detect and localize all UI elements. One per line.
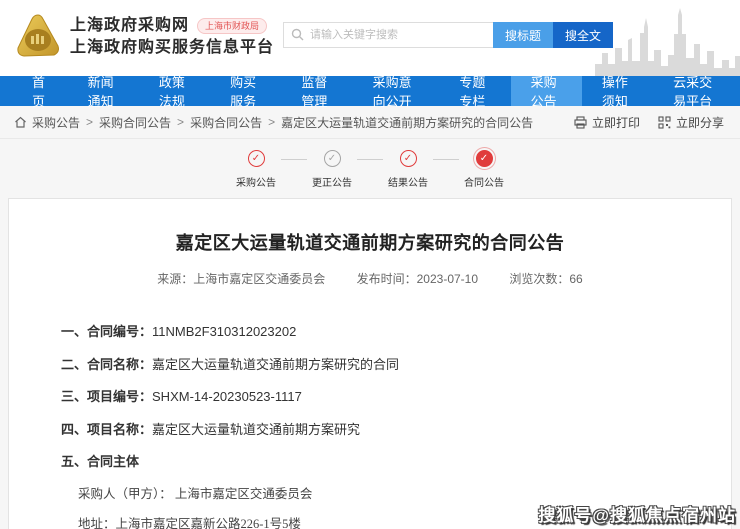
step-check-icon: ✓ <box>323 150 341 167</box>
contract-parties-heading: 五、合同主体 <box>61 454 140 469</box>
nav-item-home[interactable]: 首页 <box>12 75 68 109</box>
meta-publish-time: 发布时间：2023-07-10 <box>356 272 479 286</box>
project-number-row: 三、项目编号：SHXM-14-20230523-1117 <box>61 386 679 405</box>
nav-item-special-columns[interactable]: 专题专栏 <box>439 75 510 109</box>
article-meta: 来源：上海市嘉定区交通委员会 发布时间：2023-07-10 浏览次数：66 <box>61 270 679 287</box>
print-label: 立即打印 <box>591 115 640 130</box>
step-result-announcement[interactable]: ✓ 结果公告 <box>383 150 433 189</box>
step-label: 合同公告 <box>464 178 504 189</box>
nav-item-policies[interactable]: 政策法规 <box>139 75 210 109</box>
breadcrumb-current: 嘉定区大运量轨道交通前期方案研究的合同公告 <box>281 115 534 130</box>
print-button[interactable]: 立即打印 <box>574 114 640 131</box>
field-value: 嘉定区大运量轨道交通前期方案研究 <box>152 421 361 437</box>
step-label: 更正公告 <box>312 178 352 189</box>
step-label: 结果公告 <box>388 178 428 189</box>
qr-code-icon <box>658 115 671 129</box>
step-purchase-announcement[interactable]: ✓ 采购公告 <box>231 150 281 189</box>
step-check-icon: ✓ <box>399 150 417 167</box>
contract-name-row: 二、合同名称：嘉定区大运量轨道交通前期方案研究的合同 <box>61 354 679 373</box>
field-label: 四、项目名称： <box>61 421 153 437</box>
step-label: 采购公告 <box>236 178 276 189</box>
step-check-icon: ✓ <box>475 150 493 167</box>
meta-view-count: 浏览次数：66 <box>509 272 583 286</box>
nav-item-purchase-services[interactable]: 购买服务 <box>210 75 281 109</box>
purchaser-row: 采购人（甲方）： 上海市嘉定区交通委员会 <box>78 487 313 501</box>
share-label: 立即分享 <box>675 115 724 130</box>
nav-item-intentions[interactable]: 采购意向公开 <box>353 75 440 109</box>
nav-item-supervision[interactable]: 监督管理 <box>281 75 352 109</box>
field-value: 11NMB2F310312023202 <box>152 324 297 339</box>
breadcrumb-item[interactable]: 采购合同公告 <box>190 114 262 131</box>
step-connector <box>281 159 307 160</box>
breadcrumb-item[interactable]: 采购合同公告 <box>99 114 171 131</box>
step-connector <box>357 159 383 160</box>
field-label: 三、项目编号： <box>61 389 153 404</box>
site-title: 上海政府采购网 <box>70 17 190 34</box>
site-brand: 上海政府采购网 上海市财政局 上海政府购买服务信息平台 <box>70 15 274 59</box>
search-title-button[interactable]: 搜标题 <box>493 22 554 48</box>
site-header: 上海政府采购网 上海市财政局 上海政府购买服务信息平台 搜标题 搜全文 <box>0 0 740 76</box>
breadcrumb: 采购公告 > 采购合同公告 > 采购合同公告 > 嘉定区大运量轨道交通前期方案研… <box>14 114 533 131</box>
main-nav: 首页 新闻通知 政策法规 购买服务 监督管理 采购意向公开 专题专栏 采购公告 … <box>0 75 740 109</box>
page-tools: 立即打印 立即分享 <box>556 114 724 131</box>
nav-item-cloud-trading[interactable]: 云采交易平台 <box>653 75 740 109</box>
breadcrumb-item[interactable]: 采购公告 <box>32 114 80 131</box>
search-icon <box>291 28 304 41</box>
project-name-row: 四、项目名称：嘉定区大运量轨道交通前期方案研究 <box>61 419 679 438</box>
site-logo-icon <box>17 14 59 57</box>
step-contract-announcement[interactable]: ✓ 合同公告 <box>459 150 509 189</box>
breadcrumb-separator: > <box>177 115 185 129</box>
article-body: 一、合同编号：11NMB2F310312023202 二、合同名称：嘉定区大运量… <box>61 321 679 529</box>
meta-source: 来源：上海市嘉定区交通委员会 <box>157 272 326 286</box>
search-bar: 搜标题 搜全文 <box>283 22 614 48</box>
step-check-icon: ✓ <box>247 150 265 167</box>
breadcrumb-separator: > <box>268 115 276 129</box>
field-value: 嘉定区大运量轨道交通前期方案研究的合同 <box>152 356 400 372</box>
home-icon <box>15 116 26 128</box>
contract-number-row: 一、合同编号：11NMB2F310312023202 <box>61 321 679 340</box>
nav-item-news[interactable]: 新闻通知 <box>68 75 139 109</box>
search-input[interactable] <box>283 22 493 48</box>
field-value: SHXM-14-20230523-1117 <box>152 389 302 404</box>
watermark: 搜狐号@搜狐焦点宿州站 <box>538 506 736 525</box>
share-button[interactable]: 立即分享 <box>658 114 724 131</box>
announcement-steps: ✓ 采购公告 ✓ 更正公告 ✓ 结果公告 ✓ 合同公告 <box>0 139 740 198</box>
city-skyline-decoration <box>595 8 740 76</box>
breadcrumb-separator: > <box>86 115 94 129</box>
nav-item-announcements[interactable]: 采购公告 <box>510 75 582 109</box>
authority-badge: 上海市财政局 <box>197 18 268 34</box>
page-title: 嘉定区大运量轨道交通前期方案研究的合同公告 <box>175 233 565 253</box>
field-label: 二、合同名称： <box>61 356 153 372</box>
nav-item-instructions[interactable]: 操作须知 <box>582 75 653 109</box>
content-panel: 嘉定区大运量轨道交通前期方案研究的合同公告 来源：上海市嘉定区交通委员会 发布时… <box>8 198 732 529</box>
breadcrumb-row: 采购公告 > 采购合同公告 > 采购合同公告 > 嘉定区大运量轨道交通前期方案研… <box>0 106 740 139</box>
printer-icon <box>574 115 587 129</box>
page: 上海政府采购网 上海市财政局 上海政府购买服务信息平台 搜标题 搜全文 首页 新… <box>0 0 740 529</box>
site-subtitle: 上海政府购买服务信息平台 <box>70 39 275 56</box>
field-label: 一、合同编号： <box>61 324 153 339</box>
step-correction-announcement[interactable]: ✓ 更正公告 <box>307 150 357 189</box>
step-connector <box>433 159 459 160</box>
